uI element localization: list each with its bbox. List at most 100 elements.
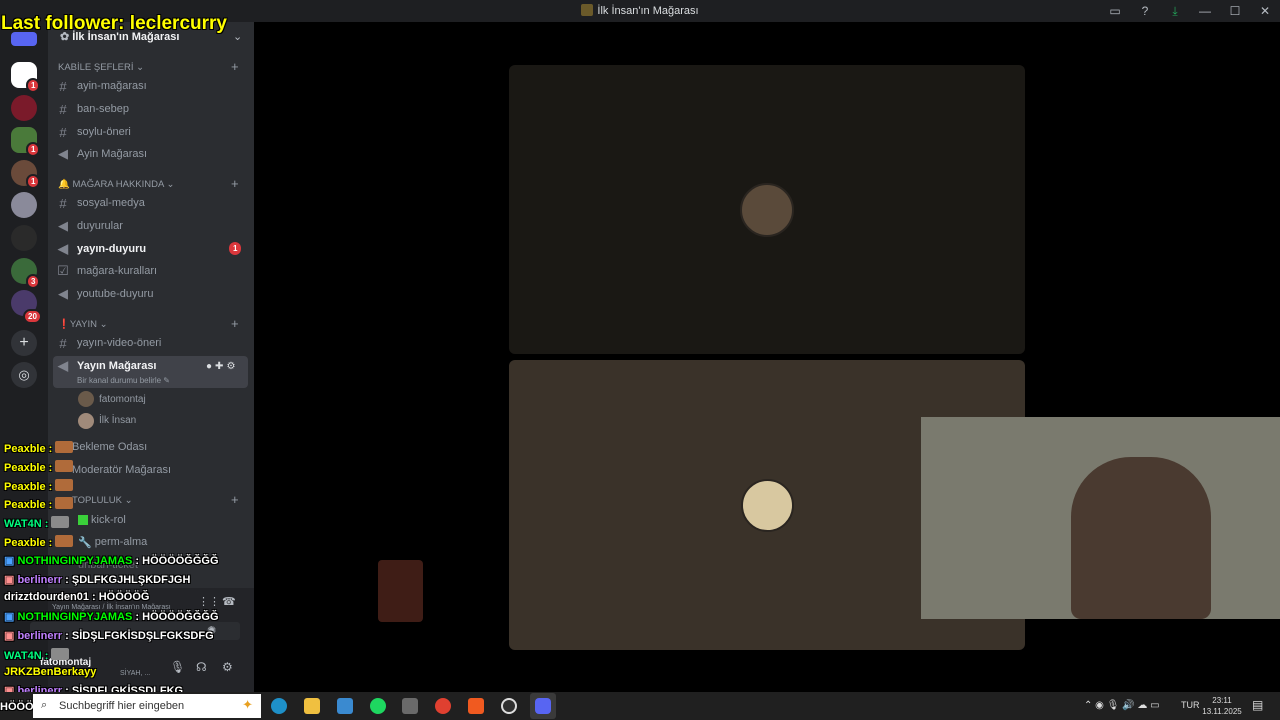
tray-icons[interactable]: ⌃ ◉ 🎙 🔊 ☁ ▭ (1084, 700, 1160, 711)
chat-user: berlinerr (17, 630, 63, 642)
chrome-icon[interactable] (435, 698, 451, 714)
clock-time: 23:11 (1212, 696, 1232, 705)
minimize-button[interactable]: — (1190, 4, 1220, 18)
participant-avatar[interactable] (741, 479, 794, 532)
megaphone-icon: ◀ (58, 218, 68, 233)
server-icon (581, 4, 594, 16)
server-badge: 3 (26, 274, 41, 289)
add-server-icon[interactable]: + (11, 330, 37, 356)
spotify-icon[interactable] (370, 698, 386, 714)
server-avatar[interactable] (11, 95, 37, 121)
voice-user[interactable]: İlk İnsan (99, 415, 136, 426)
inbox-icon[interactable]: ▭ (1100, 4, 1130, 18)
chat-line: drizztdourden01 : HÖÖÖÖĞ (4, 591, 150, 603)
channel-label: ayin-mağarası (77, 80, 147, 92)
explore-icon[interactable]: ◎ (11, 362, 37, 388)
discord-icon (535, 698, 551, 714)
channel-label: yayın-video-öneri (77, 337, 162, 349)
chat-line: Peaxble : (4, 497, 75, 511)
server-badge: 1 (26, 78, 41, 93)
add-channel-icon[interactable]: + (231, 316, 239, 331)
download-icon[interactable]: ⤓ (1160, 4, 1190, 19)
help-icon[interactable]: ? (1130, 4, 1160, 18)
webcam-overlay (921, 417, 1280, 619)
notification-icon[interactable]: ▤ (1252, 698, 1263, 712)
speaker-icon: ◀ (58, 146, 68, 161)
channel-yayin-magarasi[interactable]: ◀ Yayın Mağarası (55, 356, 157, 376)
chat-message: HÖÖÖÖĞĞĞĞ (142, 555, 219, 567)
maximize-button[interactable]: ☐ (1220, 4, 1250, 18)
chat-message: ŞDLFKGJHLŞKDFJGH (71, 574, 191, 586)
chat-overlay: Peaxble : Peaxble : Peaxble : Peaxble : … (2, 441, 254, 697)
badge-icon: ▣ (4, 555, 18, 567)
discord-taskbar-active[interactable] (530, 693, 556, 719)
chat-user: JRKZBenBerkayy (4, 666, 97, 678)
store-icon[interactable] (337, 698, 353, 714)
add-channel-icon[interactable]: + (231, 176, 239, 191)
status-text: Bir kanal durumu belirle (77, 376, 162, 385)
channel-yayin-video-oneri[interactable]: # yayın-video-öneri (55, 333, 161, 353)
add-channel-icon[interactable]: + (231, 59, 239, 74)
invite-icon[interactable]: ✚ (215, 361, 226, 372)
clock-date: 13.11.2025 (1202, 707, 1242, 716)
chat-user: berlinerr (17, 574, 63, 586)
channel-status[interactable]: Bir kanal durumu belirle ✎ (77, 376, 170, 385)
chat-icon[interactable]: ● (206, 361, 215, 372)
copilot-icon[interactable]: ✦ (242, 697, 253, 713)
category-yayin[interactable]: ❗YAYIN ⌄ (58, 319, 108, 330)
server-badge: 20 (23, 309, 42, 324)
channel-label: mağara-kuralları (77, 265, 158, 277)
chat-line: Peaxble : (4, 479, 75, 493)
channel-ayin-magarasi[interactable]: # ayin-mağarası (55, 76, 147, 96)
chat-user: Peaxble (4, 537, 46, 549)
channel-youtube-duyuru[interactable]: ◀ youtube-duyuru (55, 284, 153, 304)
channel-label: sosyal-medya (77, 197, 145, 209)
gear-icon[interactable]: ⚙ (226, 361, 238, 372)
badge-icon: ▣ (4, 611, 18, 623)
channel-magara-kurallari[interactable]: ☑ mağara-kuralları (55, 261, 157, 281)
search-box[interactable]: ⌕ Suchbegriff hier eingeben ✦ (33, 694, 261, 718)
obs-icon[interactable] (501, 698, 517, 714)
channel-label: Yayın Mağarası (77, 360, 157, 372)
participant-avatar[interactable] (740, 183, 794, 237)
channel-actions[interactable]: ●✚⚙ (206, 361, 238, 372)
voice-user[interactable]: fatomontaj (99, 394, 146, 405)
emote-icon (51, 648, 70, 660)
channel-sosyal-medya[interactable]: # sosyal-medya (55, 193, 145, 213)
channel-soylu-oneri[interactable]: # soylu-öneri (55, 122, 130, 142)
server-avatar[interactable] (11, 192, 37, 218)
folder-icon[interactable] (304, 698, 320, 714)
chat-message: HÖÖÖÖĞ (98, 591, 150, 603)
chat-user: Peaxble (4, 443, 46, 455)
chevron-down-icon[interactable]: ⌄ (233, 30, 242, 43)
channel-label: ban-sebep (77, 103, 129, 115)
badge-icon: ▣ (4, 630, 18, 642)
brave-icon[interactable] (468, 698, 484, 714)
emote-icon (55, 535, 74, 547)
language-indicator[interactable]: TUR (1181, 700, 1200, 710)
calculator-icon[interactable] (402, 698, 418, 714)
category-magara[interactable]: 🔔 MAĞARA HAKKINDA ⌄ (58, 179, 174, 190)
server-avatar[interactable] (11, 225, 37, 251)
chat-line: WAT4N : (4, 516, 71, 530)
category-label: MAĞARA HAKKINDA (72, 179, 164, 190)
edge-icon[interactable] (271, 698, 287, 714)
speaker-icon: ◀ (58, 358, 68, 373)
chat-line: Peaxble : (4, 535, 75, 549)
close-button[interactable]: ✕ (1250, 4, 1280, 18)
chat-message: SİDŞLFGKİSDŞLFGKSDFG (71, 630, 214, 642)
search-placeholder: Suchbegriff hier eingeben (59, 700, 185, 712)
channel-ayin-voice[interactable]: ◀ Ayin Mağarası (55, 144, 147, 164)
emote-icon (55, 460, 74, 472)
megaphone-icon: ◀ (58, 241, 68, 256)
emote-icon (51, 516, 70, 528)
chat-line: Peaxble : (4, 460, 75, 474)
category-kabile[interactable]: KABİLE ŞEFLERİ ⌄ (58, 62, 144, 73)
emote-icon (55, 497, 74, 509)
channel-yayin-duyuru[interactable]: ◀ yayın-duyuru (55, 239, 146, 259)
channel-label: yayın-duyuru (77, 243, 147, 255)
channel-label: Ayin Mağarası (77, 148, 148, 160)
clock[interactable]: 23:11 13.11.2025 (1200, 695, 1244, 717)
channel-duyurular[interactable]: ◀ duyurular (55, 216, 123, 236)
channel-ban-sebep[interactable]: # ban-sebep (55, 99, 129, 119)
